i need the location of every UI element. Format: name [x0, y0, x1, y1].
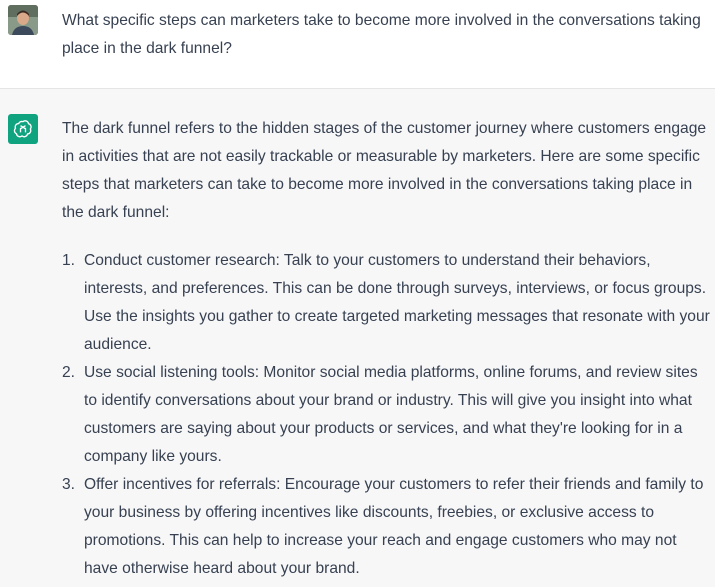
openai-logo-icon — [8, 114, 38, 144]
user-message-row: What specific steps can marketers take t… — [0, 0, 715, 89]
user-message-text: What specific steps can marketers take t… — [62, 12, 701, 57]
step-text: Conduct customer research: Talk to your … — [84, 252, 710, 353]
step-number: 1. — [62, 252, 76, 269]
assistant-message-body: The dark funnel refers to the hidden sta… — [62, 115, 714, 583]
assistant-intro: The dark funnel refers to the hidden sta… — [62, 120, 707, 221]
list-item: 3. Offer incentives for referrals: Encou… — [62, 471, 714, 583]
step-number: 3. — [62, 476, 76, 493]
step-text: Offer incentives for referrals: Encourag… — [84, 476, 704, 577]
step-number: 2. — [62, 364, 76, 381]
user-avatar — [8, 5, 38, 35]
list-item: 1. Conduct customer research: Talk to yo… — [62, 247, 714, 359]
step-text: Use social listening tools: Monitor soci… — [84, 364, 698, 465]
steps-list: 1. Conduct customer research: Talk to yo… — [62, 247, 714, 583]
user-avatar-icon — [8, 5, 38, 35]
assistant-message-row: The dark funnel refers to the hidden sta… — [0, 89, 715, 587]
list-item: 2. Use social listening tools: Monitor s… — [62, 359, 714, 471]
